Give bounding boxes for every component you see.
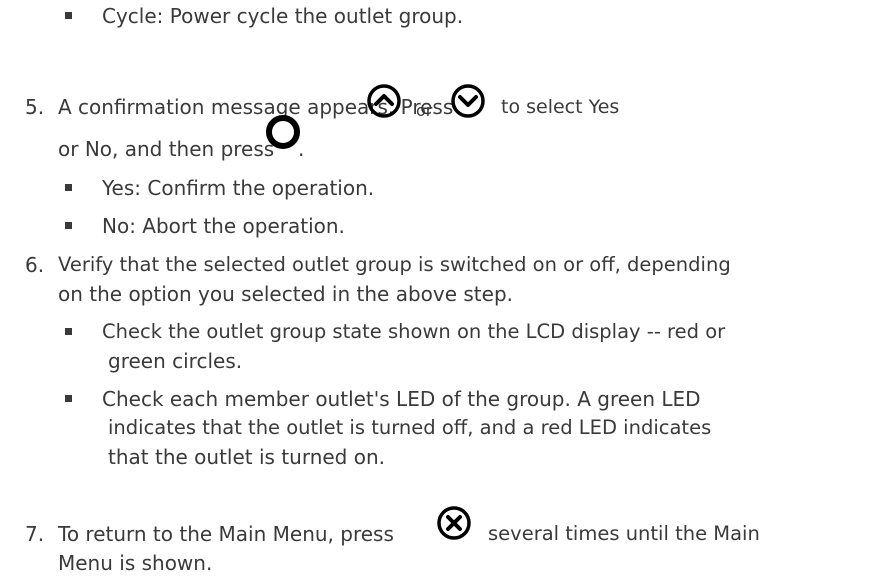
- up-arrow-icon: [367, 84, 401, 118]
- step-7-text-b: several times until the Main: [488, 522, 760, 545]
- step-6-bullet1-line1: Check the outlet group state shown on th…: [102, 320, 726, 343]
- step-6-bullet1-line2: green circles.: [108, 349, 243, 373]
- step-6-number: 6.: [25, 253, 45, 277]
- down-arrow-icon: [451, 84, 485, 118]
- bullet-marker: [65, 184, 72, 191]
- bullet-marker: [65, 222, 72, 229]
- bullet-marker: [65, 12, 72, 19]
- step-7-line2: Menu is shown.: [58, 551, 213, 575]
- step-5-bullet-yes: Yes: Confirm the operation.: [102, 176, 375, 200]
- step-7-number: 7.: [25, 522, 45, 546]
- step-6-bullet2-line1: Check each member outlet's LED of the gr…: [102, 387, 701, 411]
- ok-button-icon: [266, 115, 300, 149]
- bullet-cycle-text: Cycle: Power cycle the outlet group.: [102, 4, 464, 28]
- bullet-marker: [65, 395, 72, 402]
- step-5-number: 5.: [25, 95, 45, 119]
- step-6-bullet2-line2: indicates that the outlet is turned off,…: [108, 416, 712, 439]
- step-5-text-b: to select Yes: [501, 96, 620, 118]
- bullet-marker: [65, 328, 72, 335]
- step-6-bullet2-line3: that the outlet is turned on.: [108, 445, 385, 469]
- step-5-line2-b: .: [298, 137, 305, 161]
- step-6-line1: Verify that the selected outlet group is…: [58, 253, 731, 276]
- close-x-icon: [437, 506, 471, 540]
- step-6-line2: on the option you selected in the above …: [58, 282, 514, 306]
- step-5-text-or: or: [416, 101, 433, 120]
- step-7-text-a: To return to the Main Menu, press: [58, 522, 394, 546]
- step-5-bullet-no: No: Abort the operation.: [102, 214, 345, 238]
- step-5-line2-a: or No, and then press: [58, 137, 275, 161]
